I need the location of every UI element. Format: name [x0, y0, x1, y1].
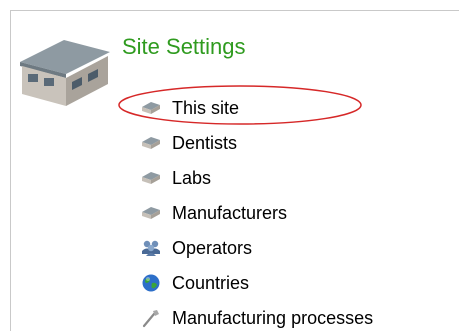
list-item-this-site[interactable]: This site [140, 90, 373, 125]
item-label: This site [172, 97, 240, 118]
item-label: Manufacturers [172, 202, 288, 223]
list-item-manufacturers[interactable]: Manufacturers [140, 195, 373, 230]
tool-icon [140, 307, 162, 329]
item-label: Operators [172, 237, 253, 258]
settings-list: This site Dentists Labs Manufacturers Op… [140, 90, 373, 335]
item-label: Countries [172, 272, 250, 293]
list-item-labs[interactable]: Labs [140, 160, 373, 195]
building-icon [20, 40, 110, 106]
site-icon [140, 132, 162, 154]
item-label: Manufacturing processes [172, 307, 374, 328]
list-item-operators[interactable]: Operators [140, 230, 373, 265]
list-item-dentists[interactable]: Dentists [140, 125, 373, 160]
site-icon [140, 97, 162, 119]
page-title: Site Settings [122, 34, 246, 59]
site-icon [140, 167, 162, 189]
list-item-manufacturing-processes[interactable]: Manufacturing processes [140, 300, 373, 335]
list-item-countries[interactable]: Countries [140, 265, 373, 300]
users-icon [140, 237, 162, 259]
item-label: Dentists [172, 132, 238, 153]
site-icon [140, 202, 162, 224]
item-label: Labs [172, 167, 212, 188]
globe-icon [140, 272, 162, 294]
